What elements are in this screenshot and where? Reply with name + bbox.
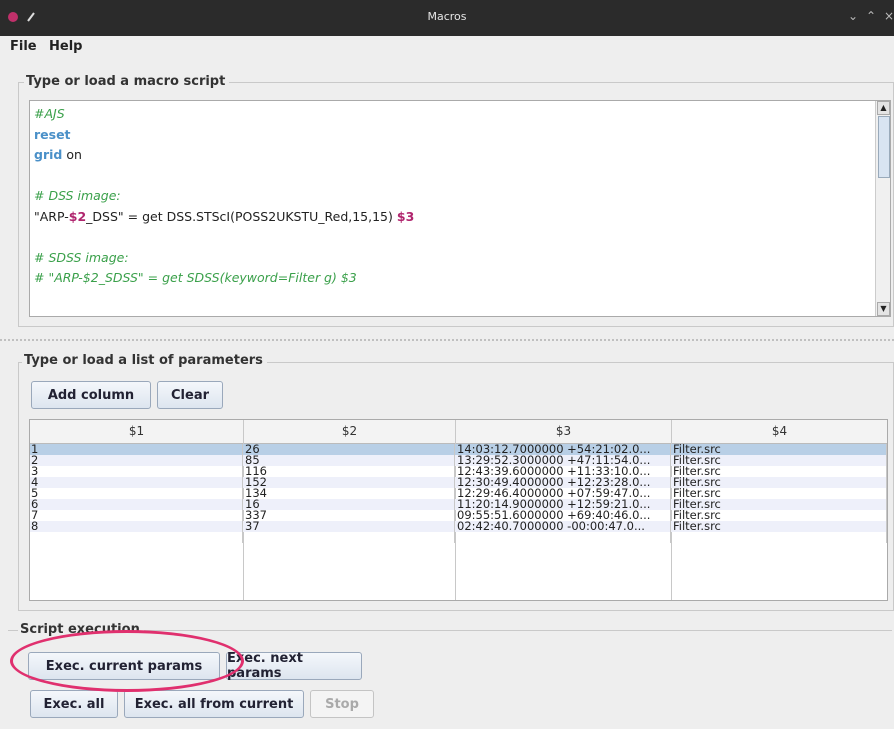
table-cell[interactable]: 37 <box>244 521 455 532</box>
stop-button: Stop <box>310 690 374 718</box>
table-cell[interactable]: Filter.src <box>672 510 887 521</box>
column-header[interactable]: $4 <box>672 420 887 443</box>
script-token: grid <box>34 147 63 162</box>
column-header[interactable]: $3 <box>456 420 672 443</box>
table-cell[interactable]: 26 <box>244 444 455 455</box>
table-row[interactable]: 3 116 12:43:39.6000000 +11:33:10.0... Filte… <box>30 466 887 477</box>
script-token: _DSS" = get DSS.STScI(POSS2UKSTU_Red,15,… <box>86 208 397 224</box>
table-cell[interactable]: 6 <box>30 499 243 510</box>
exec-all-button[interactable]: Exec. all <box>30 690 118 718</box>
table-cell[interactable]: 3 <box>30 466 243 477</box>
table-cell[interactable]: 14:03:12.7000000 +54:21:02.0... <box>456 444 671 455</box>
close-icon[interactable]: × <box>884 9 894 23</box>
table-cell[interactable]: 12:29:46.4000000 +07:59:47.0... <box>456 488 671 499</box>
table-row[interactable]: 7 337 09:55:51.6000000 +69:40:46.0... Filte… <box>30 510 887 521</box>
table-cell[interactable] <box>30 532 243 543</box>
minimize-icon[interactable]: ⌄ <box>848 9 858 23</box>
script-token: $3 <box>396 208 415 224</box>
script-token: #AJS <box>34 106 65 121</box>
table-cell[interactable]: 1 <box>30 444 243 455</box>
table-cell[interactable] <box>244 532 455 543</box>
table-row[interactable]: 1 26 14:03:12.7000000 +54:21:02.0... Filter… <box>30 444 887 455</box>
table-cell[interactable] <box>456 532 671 543</box>
title-bar: Macros ⌄ ⌃ × <box>0 0 894 36</box>
column-header[interactable]: $2 <box>244 420 456 443</box>
script-token: # DSS image: <box>34 188 121 203</box>
table-row[interactable] <box>30 532 887 543</box>
table-cell[interactable]: 13:29:52.3000000 +47:11:54.0... <box>456 455 671 466</box>
script-token: on <box>62 147 82 162</box>
table-cell[interactable]: 12:30:49.4000000 +12:23:28.0... <box>456 477 671 488</box>
exec-all-from-current-button[interactable]: Exec. all from current <box>124 690 304 718</box>
table-cell[interactable]: 2 <box>30 455 243 466</box>
table-cell[interactable]: 7 <box>30 510 243 521</box>
table-cell[interactable]: 12:43:39.6000000 +11:33:10.0... <box>456 466 671 477</box>
scroll-up-icon[interactable]: ▲ <box>877 101 890 115</box>
menu-help[interactable]: Help <box>49 39 82 54</box>
table-cell[interactable]: 4 <box>30 477 243 488</box>
table-cell[interactable]: 337 <box>244 510 455 521</box>
column-header[interactable]: $1 <box>30 420 244 443</box>
script-line: reset <box>34 127 71 142</box>
table-cell[interactable]: Filter.src <box>672 488 887 499</box>
split-divider[interactable] <box>0 339 894 341</box>
table-cell[interactable]: 5 <box>30 488 243 499</box>
script-editor[interactable]: ▲ ▼ #AJS reset grid on # DSS image: "ARP-$2_… <box>29 100 891 317</box>
script-token: # "ARP-$2_SDSS" = get SDSS(keyword=Filte… <box>34 270 357 285</box>
script-token: $2 <box>68 208 87 224</box>
add-column-button[interactable]: Add column <box>31 381 151 409</box>
script-line: # SDSS image: <box>34 250 129 265</box>
table-cell[interactable]: Filter.src <box>672 521 887 532</box>
script-section-title: Type or load a macro script <box>24 74 230 89</box>
script-token: # SDSS image: <box>34 249 129 265</box>
table-row[interactable]: 2 85 13:29:52.3000000 +47:11:54.0... Filter… <box>30 455 887 466</box>
table-cell[interactable]: 116 <box>244 466 455 477</box>
script-token: "ARP- <box>34 208 69 224</box>
table-cell[interactable] <box>672 532 887 543</box>
script-line: "ARP-$2_DSS" = get DSS.STScI(POSS2UKSTU_… <box>34 209 414 224</box>
script-line: # "ARP-$2_SDSS" = get SDSS(keyword=Filte… <box>34 270 357 285</box>
params-table[interactable]: $1 $2 $3 $4 1 26 14:03:12.7000000 +54:21:0… <box>29 419 888 601</box>
menu-bar: File Help <box>0 36 894 58</box>
table-row[interactable]: 6 16 11:20:14.9000000 +12:59:21.0... Filter… <box>30 499 887 510</box>
script-line: grid on <box>34 147 82 162</box>
maximize-icon[interactable]: ⌃ <box>866 9 876 23</box>
table-cell[interactable]: Filter.src <box>672 499 887 510</box>
table-cell[interactable]: 152 <box>244 477 455 488</box>
table-cell[interactable]: 16 <box>244 499 455 510</box>
table-cell[interactable]: 11:20:14.9000000 +12:59:21.0... <box>456 499 671 510</box>
script-line: #AJS <box>34 106 65 121</box>
script-line: # DSS image: <box>34 188 121 203</box>
clear-button[interactable]: Clear <box>157 381 223 409</box>
table-row[interactable]: 8 37 02:42:40.7000000 -00:00:47.0... Filter… <box>30 521 887 532</box>
scroll-down-icon[interactable]: ▼ <box>877 302 890 316</box>
scroll-thumb[interactable] <box>878 116 890 178</box>
table-cell[interactable]: 85 <box>244 455 455 466</box>
table-cell[interactable]: 8 <box>30 521 243 532</box>
exec-next-params-button[interactable]: Exec. next params <box>226 651 362 681</box>
menu-file[interactable]: File <box>10 39 37 54</box>
table-row[interactable]: 4 152 12:30:49.4000000 +12:23:28.0... Filte… <box>30 477 887 488</box>
table-cell[interactable]: 134 <box>244 488 455 499</box>
table-cell[interactable]: Filter.src <box>672 444 887 455</box>
window-title: Macros <box>427 10 467 23</box>
table-cell[interactable]: 02:42:40.7000000 -00:00:47.0... <box>456 521 671 532</box>
table-cell[interactable]: 09:55:51.6000000 +69:40:46.0... <box>456 510 671 521</box>
table-cell[interactable]: Filter.src <box>672 455 887 466</box>
table-cell[interactable]: Filter.src <box>672 466 887 477</box>
table-header: $1 $2 $3 $4 <box>30 420 887 444</box>
table-cell[interactable]: Filter.src <box>672 477 887 488</box>
table-row[interactable]: 5 134 12:29:46.4000000 +07:59:47.0... Filte… <box>30 488 887 499</box>
params-section-title: Type or load a list of parameters <box>22 353 267 368</box>
editor-scrollbar[interactable]: ▲ ▼ <box>875 101 890 316</box>
script-token: reset <box>34 126 71 142</box>
highlight-annotation <box>10 630 244 692</box>
